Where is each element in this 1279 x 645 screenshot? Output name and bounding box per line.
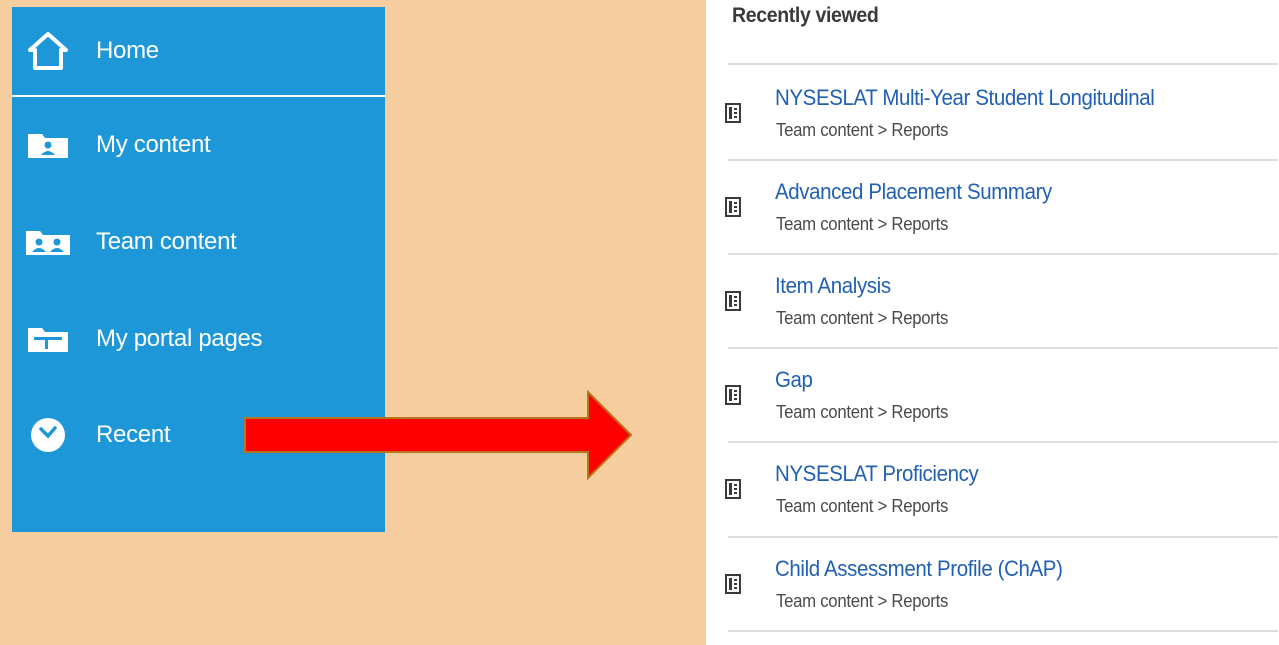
report-link[interactable]: NYSESLAT Proficiency [775, 461, 979, 487]
report-path: Team content > Reports [776, 214, 949, 234]
nav-item-label: My content [96, 131, 211, 158]
nav-item-label: Recent [96, 421, 171, 448]
clock-icon [24, 417, 72, 453]
list-item[interactable]: NYSESLAT Proficiency Team content > Repo… [706, 441, 1279, 535]
report-link[interactable]: Advanced Placement Summary [775, 179, 1052, 205]
report-path: Team content > Reports [776, 496, 949, 516]
report-link[interactable]: Child Assessment Profile (ChAP) [775, 556, 1063, 582]
report-link[interactable]: Gap [775, 367, 813, 393]
report-link[interactable]: Item Analysis [775, 273, 891, 299]
report-icon [725, 479, 741, 499]
list-item[interactable]: Child Assessment Profile (ChAP) Team con… [706, 536, 1279, 630]
home-icon [24, 32, 72, 70]
recently-viewed-panel: Recently viewed NYSESLAT Multi-Year Stud… [706, 0, 1279, 645]
list-item[interactable]: Advanced Placement Summary Team content … [706, 159, 1279, 253]
nav-item-label: My portal pages [96, 325, 263, 352]
report-path: Team content > Reports [776, 120, 949, 140]
nav-item-home[interactable]: Home [12, 7, 385, 97]
report-icon [725, 197, 741, 217]
report-path: Team content > Reports [776, 591, 949, 611]
portal-page-icon [24, 321, 72, 357]
nav-item-label: Home [96, 37, 159, 64]
panel-title: Recently viewed [732, 4, 879, 27]
report-icon [725, 385, 741, 405]
person-folder-icon [24, 127, 72, 163]
nav-item-label: Team content [96, 228, 237, 255]
report-path: Team content > Reports [776, 308, 949, 328]
report-path: Team content > Reports [776, 402, 949, 422]
report-icon [725, 103, 741, 123]
list-item[interactable]: Gap Team content > Reports [706, 347, 1279, 441]
nav-item-my-portal-pages[interactable]: My portal pages [12, 319, 385, 359]
report-icon [725, 291, 741, 311]
nav-item-team-content[interactable]: Team content [12, 222, 385, 262]
team-folder-icon [24, 224, 72, 260]
list-item[interactable]: NYSESLAT Multi-Year Student Longitudinal… [706, 65, 1279, 159]
nav-item-my-content[interactable]: My content [12, 125, 385, 165]
list-item[interactable]: Item Analysis Team content > Reports [706, 253, 1279, 347]
report-link[interactable]: NYSESLAT Multi-Year Student Longitudinal [775, 85, 1155, 111]
report-icon [725, 574, 741, 594]
divider [728, 630, 1278, 632]
arrow-right-icon [244, 390, 633, 481]
